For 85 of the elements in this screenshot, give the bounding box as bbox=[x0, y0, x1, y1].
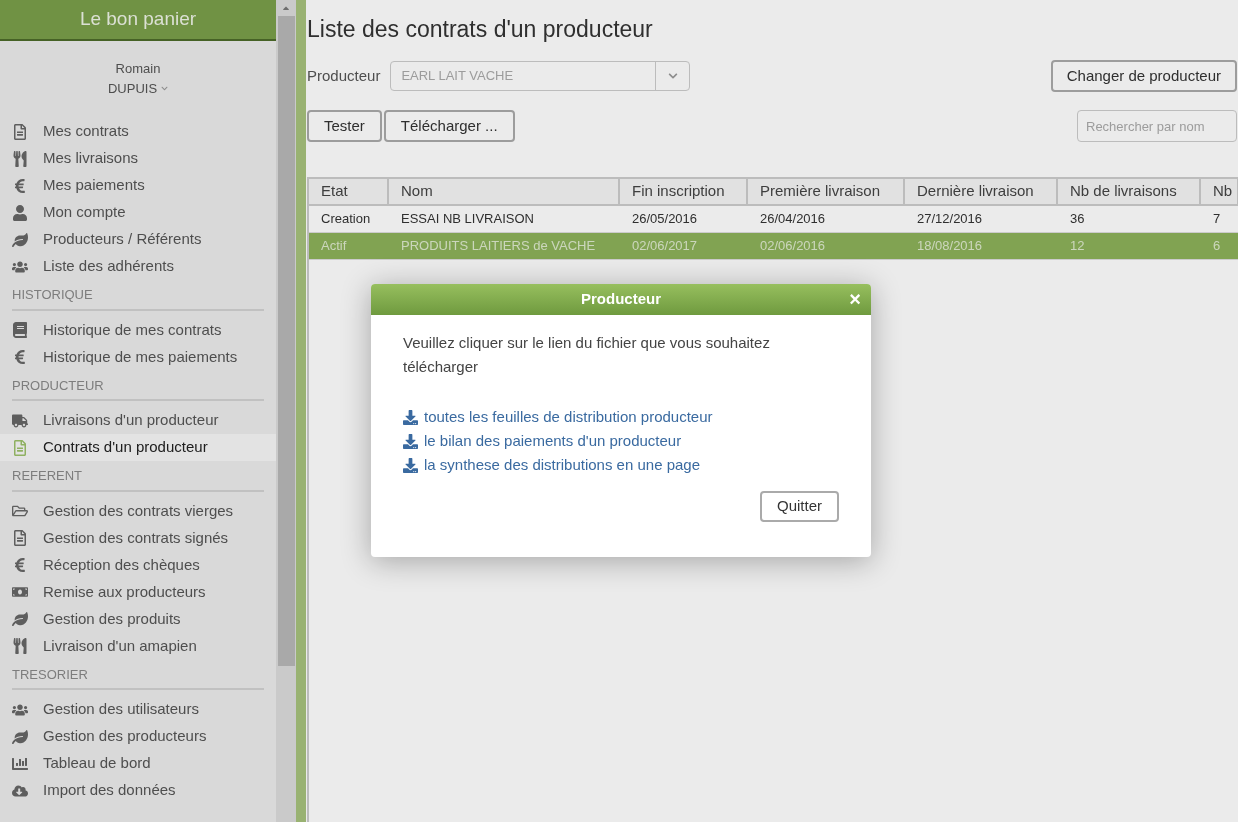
quit-button[interactable]: Quitter bbox=[760, 491, 839, 522]
truck-icon bbox=[12, 412, 28, 429]
table-cell-text: Actif bbox=[320, 237, 348, 256]
sidebar-item[interactable]: Producteurs / Référents bbox=[0, 226, 276, 253]
section-heading: TRESORIER bbox=[12, 664, 264, 690]
user-icon bbox=[12, 204, 28, 221]
euro-icon bbox=[12, 177, 28, 194]
table-cell-text: PRODUITS LAITIERS de VACHE bbox=[400, 237, 597, 256]
sidebar-item[interactable]: Gestion des utilisateurs bbox=[0, 696, 276, 723]
sidebar-item[interactable]: Gestion des contrats vierges bbox=[0, 497, 276, 525]
sidebar-item[interactable]: Livraison d'un amapien bbox=[0, 632, 276, 660]
toolbar-button[interactable]: Télécharger ... bbox=[383, 110, 515, 142]
app-title: Le bon panier bbox=[0, 0, 276, 41]
sidebar-item[interactable]: Historique de mes contrats bbox=[0, 316, 276, 344]
change-producer-button[interactable]: Changer de producteur bbox=[1050, 60, 1237, 92]
sidebar-item[interactable]: Tableau de bord bbox=[0, 750, 276, 777]
euro-icon bbox=[12, 557, 28, 573]
document-icon bbox=[12, 530, 28, 546]
table-cell-text: 6 bbox=[1212, 237, 1222, 256]
download-link[interactable]: la synthese des distributions en une page bbox=[403, 453, 701, 477]
sidebar-item[interactable]: Réception des chèques bbox=[0, 551, 276, 579]
column-header[interactable]: Nom bbox=[389, 179, 620, 204]
sidebar-item[interactable]: Import des données bbox=[0, 777, 276, 804]
sidebar-item[interactable]: Mes contrats bbox=[0, 118, 276, 145]
download-link[interactable]: le bilan des paiements d'un producteur bbox=[403, 429, 682, 453]
table-cell-text: 18/08/2016 bbox=[916, 237, 984, 256]
section-heading: PRODUCTEUR bbox=[12, 375, 264, 401]
column-header[interactable]: Etat bbox=[309, 179, 389, 204]
dialog-title: Producteur bbox=[581, 289, 661, 310]
document-icon bbox=[12, 439, 28, 456]
utensils-icon bbox=[12, 150, 28, 167]
leaf-icon bbox=[12, 231, 28, 248]
table-cell-text: 36 bbox=[1069, 210, 1086, 229]
toolbar-button[interactable]: Tester bbox=[307, 110, 382, 142]
download-link[interactable]: toutes les feuilles de distribution producteur bbox=[403, 405, 713, 429]
user-first-name: Romain bbox=[115, 60, 161, 78]
section-heading: HISTORIQUE bbox=[12, 285, 264, 311]
column-header[interactable]: Fin inscription bbox=[620, 179, 748, 204]
table-cell-text: ESSAI NB LIVRAISON bbox=[400, 210, 535, 229]
column-header[interactable]: Dernière livraison bbox=[905, 179, 1058, 204]
sidebar-item[interactable]: Gestion des produits bbox=[0, 605, 276, 633]
table-cell-text: 02/06/2017 bbox=[631, 237, 699, 256]
column-header[interactable]: Nb bbox=[1201, 179, 1238, 204]
sidebar-item[interactable]: Livraisons d'un producteur bbox=[0, 407, 276, 434]
scrollbar-thumb[interactable] bbox=[277, 16, 295, 666]
bar-chart-icon bbox=[12, 755, 28, 772]
page-title: Liste des contrats d'un producteur bbox=[307, 15, 654, 42]
cloud-download-icon bbox=[12, 782, 28, 799]
document-icon bbox=[12, 123, 28, 140]
column-header[interactable]: Première livraison bbox=[748, 179, 905, 204]
download-icon bbox=[403, 409, 418, 425]
table-cell-text: 27/12/2016 bbox=[916, 210, 984, 229]
folder-icon bbox=[12, 503, 28, 519]
sidebar-item[interactable]: Gestion des contrats signés bbox=[0, 524, 276, 552]
section-heading: REFERENT bbox=[12, 466, 264, 492]
leaf-icon bbox=[12, 611, 28, 627]
chevron-down-icon bbox=[667, 71, 678, 81]
download-icon bbox=[403, 457, 418, 473]
producer-label: Producteur bbox=[307, 65, 381, 86]
euro-icon bbox=[12, 349, 28, 365]
utensils-icon bbox=[12, 638, 28, 654]
leaf-icon bbox=[12, 728, 28, 745]
table-cell-text: Creation bbox=[320, 210, 372, 229]
search-field[interactable]: Rechercher par nom bbox=[1077, 110, 1237, 142]
banknote-icon bbox=[12, 584, 28, 600]
sidebar-item[interactable]: Remise aux producteurs bbox=[0, 578, 276, 606]
sidebar-item[interactable]: Historique de mes paiements bbox=[0, 343, 276, 371]
sidebar-item[interactable]: Contrats d'un producteur bbox=[0, 434, 276, 461]
book-icon bbox=[12, 322, 28, 338]
sidebar-item[interactable]: Mes livraisons bbox=[0, 145, 276, 172]
sidebar-item[interactable]: Mes paiements bbox=[0, 172, 276, 199]
sidebar-item[interactable]: Mon compte bbox=[0, 199, 276, 226]
column-header[interactable]: Nb de livraisons bbox=[1058, 179, 1201, 204]
table-cell-text: 12 bbox=[1069, 237, 1086, 256]
chevron-down-icon bbox=[161, 84, 169, 92]
user-menu-button[interactable]: DUPUIS bbox=[107, 78, 169, 98]
download-icon bbox=[403, 433, 418, 449]
sidebar-item[interactable]: Liste des adhérents bbox=[0, 253, 276, 280]
table-cell-text: 26/04/2016 bbox=[759, 210, 827, 229]
table-cell-text: 02/06/2016 bbox=[759, 237, 827, 256]
scrollbar[interactable] bbox=[276, 0, 296, 822]
sidebar-item[interactable]: Gestion des producteurs bbox=[0, 723, 276, 750]
table-cell-text: 7 bbox=[1212, 210, 1222, 229]
table-cell-text: 26/05/2016 bbox=[631, 210, 699, 229]
dialog-message: Veuillez cliquer sur le lien du fichier que vous souhaitez télécharger bbox=[403, 333, 771, 377]
